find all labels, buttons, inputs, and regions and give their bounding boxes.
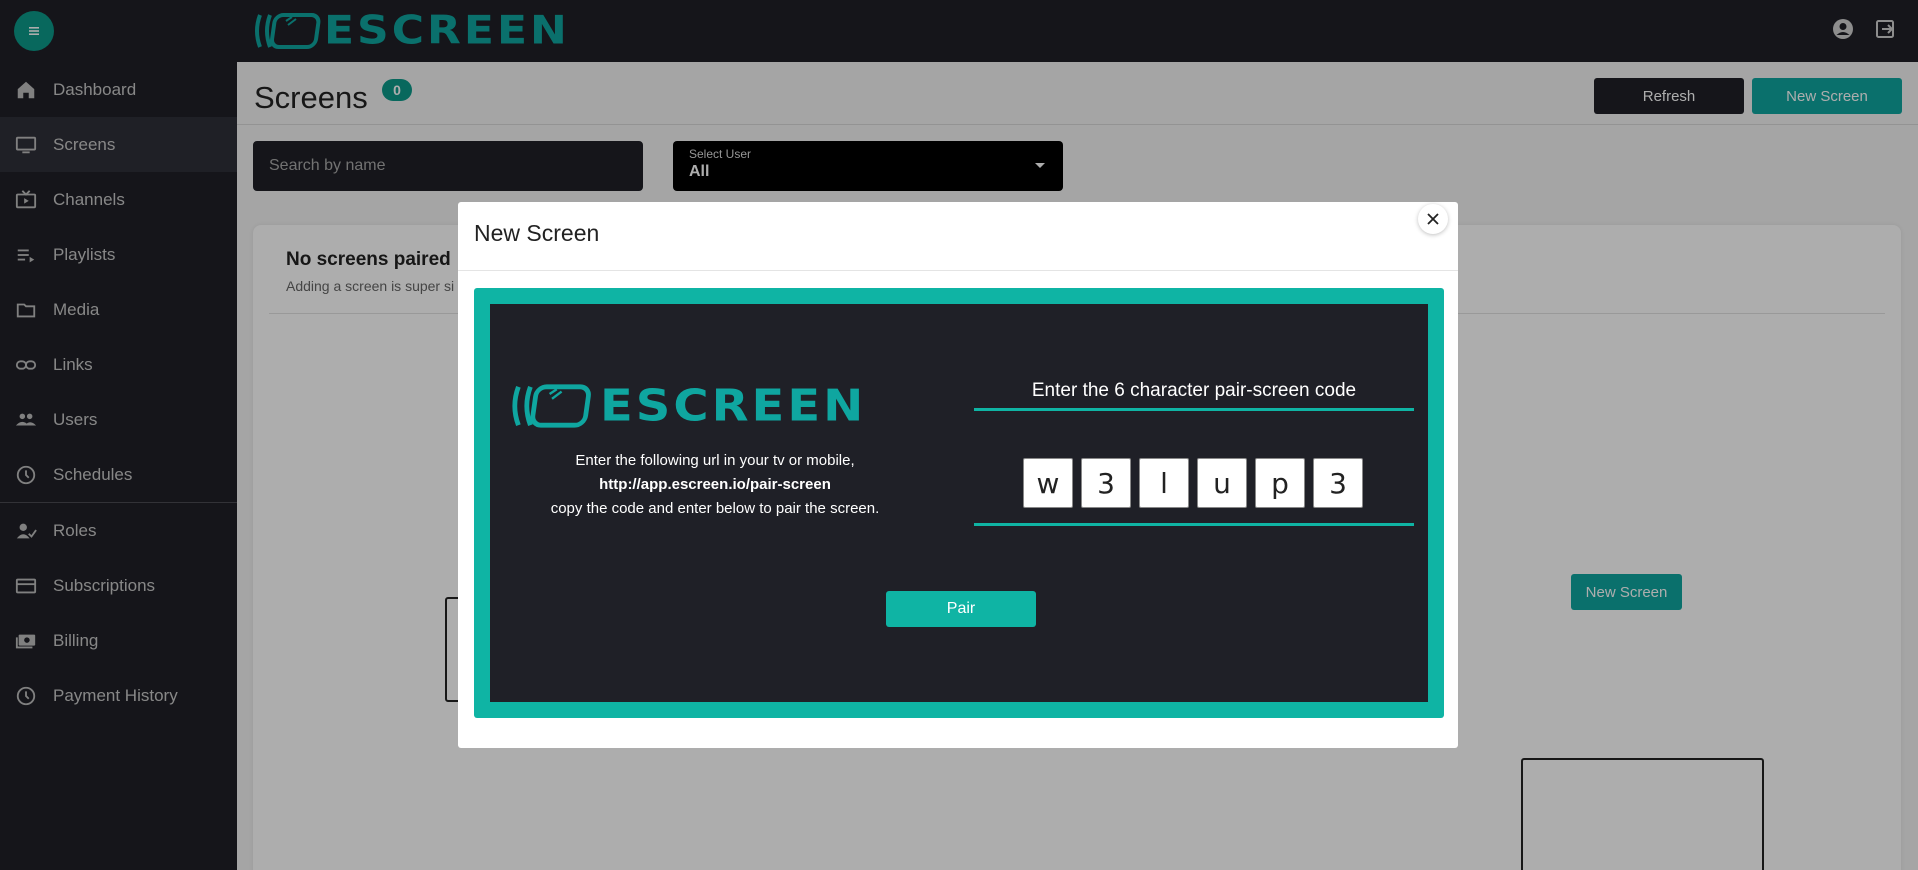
pair-panel: ESCREEN Enter the following url in your … xyxy=(490,304,1428,702)
pair-frame: ESCREEN Enter the following url in your … xyxy=(474,288,1444,718)
pair-brand-logo: ESCREEN xyxy=(504,382,866,430)
close-button[interactable] xyxy=(1418,204,1448,234)
new-screen-modal: New Screen ESCREEN Enter the following u… xyxy=(458,202,1458,748)
pair-brand-name: ESCREEN xyxy=(600,380,867,432)
code-underline-bottom xyxy=(974,523,1414,526)
code-char-3[interactable]: l xyxy=(1139,458,1189,508)
pair-url: http://app.escreen.io/pair-screen xyxy=(599,476,831,493)
instruction-line-2: copy the code and enter below to pair th… xyxy=(550,500,880,517)
code-underline-top xyxy=(974,408,1414,411)
code-char-2[interactable]: 3 xyxy=(1081,458,1131,508)
pair-button[interactable]: Pair xyxy=(886,591,1036,627)
code-input-group: w 3 l u p 3 xyxy=(1023,458,1363,508)
modal-title: New Screen xyxy=(474,220,600,246)
code-char-6[interactable]: 3 xyxy=(1313,458,1363,508)
code-char-1[interactable]: w xyxy=(1023,458,1073,508)
tv-logo-icon xyxy=(512,384,591,428)
code-heading: Enter the 6 character pair-screen code xyxy=(1031,380,1357,401)
instruction-line-1: Enter the following url in your tv or mo… xyxy=(575,452,855,469)
code-char-4[interactable]: u xyxy=(1197,458,1247,508)
pair-instructions: Enter the following url in your tv or mo… xyxy=(500,449,930,521)
code-char-5[interactable]: p xyxy=(1255,458,1305,508)
close-icon xyxy=(1427,213,1439,225)
modal-divider xyxy=(458,270,1458,271)
